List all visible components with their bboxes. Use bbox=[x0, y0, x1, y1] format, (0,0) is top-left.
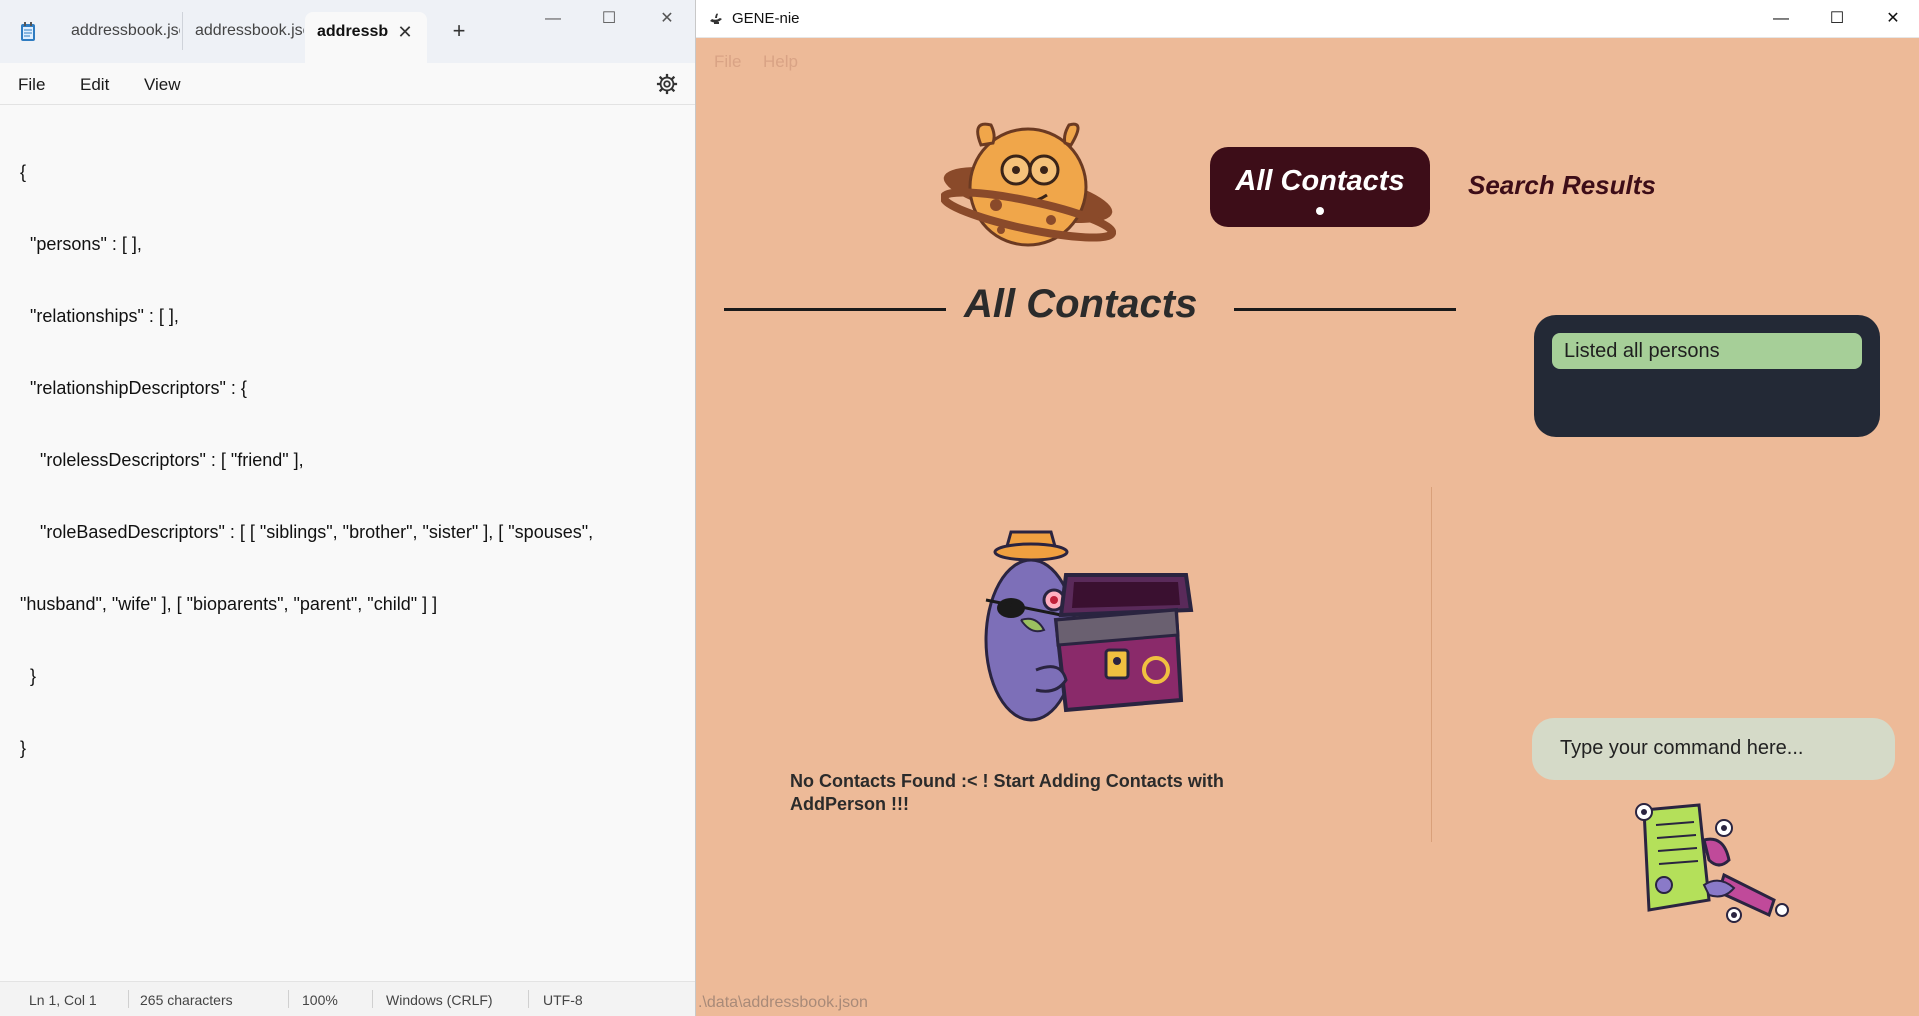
editor-line: "persons" : [ ], bbox=[20, 234, 142, 254]
menu-edit[interactable]: Edit bbox=[80, 75, 109, 95]
close-window-icon[interactable]: ✕ bbox=[652, 8, 682, 30]
command-input[interactable] bbox=[1558, 736, 1882, 761]
menu-file[interactable]: File bbox=[714, 52, 741, 72]
result-display-box: Listed all persons bbox=[1534, 315, 1880, 437]
menu-file[interactable]: File bbox=[18, 75, 45, 95]
new-tab-icon[interactable]: + bbox=[448, 20, 470, 42]
tab-addressbook-2[interactable]: addressbook.jsc bbox=[182, 12, 304, 50]
active-indicator-dot bbox=[1316, 207, 1324, 215]
menu-help[interactable]: Help bbox=[763, 52, 798, 72]
command-box bbox=[1532, 718, 1895, 780]
editor-line: "relationships" : [ ], bbox=[20, 306, 179, 326]
nav-all-contacts-label: All Contacts bbox=[1235, 165, 1405, 197]
character-count: 265 characters bbox=[140, 992, 233, 1008]
close-tab-icon[interactable]: ✕ bbox=[395, 22, 415, 42]
nav-search-results-button[interactable]: Search Results bbox=[1468, 170, 1656, 201]
editor-line: "rolelessDescriptors" : [ "friend" ], bbox=[20, 450, 304, 470]
nav-all-contacts-button[interactable]: All Contacts bbox=[1210, 147, 1430, 227]
notepad-statusbar: Ln 1, Col 1 265 characters 100% Windows … bbox=[0, 981, 695, 1016]
genenie-window: GENE-nie — ☐ ✕ File Help All Contacts Se… bbox=[696, 0, 1919, 1016]
window-title: GENE-nie bbox=[732, 10, 800, 27]
notepad-app-icon bbox=[21, 22, 35, 41]
zoom-level[interactable]: 100% bbox=[302, 992, 338, 1008]
page-heading: All Contacts bbox=[964, 282, 1198, 326]
notepad-menubar: File Edit View bbox=[0, 63, 695, 105]
minimize-icon[interactable]: — bbox=[1766, 8, 1796, 30]
minimize-icon[interactable]: — bbox=[538, 8, 568, 30]
panel-divider bbox=[1431, 487, 1432, 842]
menu-view[interactable]: View bbox=[144, 75, 181, 95]
writing-monster-illustration bbox=[1635, 803, 1789, 923]
notepad-titlebar: addressbook.jsc addressbook.jsc addressb… bbox=[0, 0, 695, 63]
editor-line: } bbox=[20, 738, 27, 758]
planet-monster-logo bbox=[941, 122, 1116, 247]
save-location-path: .\data\addressbook.json bbox=[698, 994, 868, 1011]
lamp-app-icon bbox=[710, 13, 722, 24]
close-window-icon[interactable]: ✕ bbox=[1878, 8, 1908, 30]
editor-line: { bbox=[20, 162, 27, 182]
cursor-position: Ln 1, Col 1 bbox=[29, 992, 97, 1008]
editor-line: "husband", "wife" ], [ "bioparents", "pa… bbox=[20, 594, 438, 614]
tab-addressbook-1[interactable]: addressbook.jsc bbox=[59, 12, 180, 50]
editor-line: } bbox=[20, 666, 37, 686]
notepad-window: addressbook.jsc addressbook.jsc addressb… bbox=[0, 0, 696, 1016]
line-ending[interactable]: Windows (CRLF) bbox=[386, 992, 493, 1008]
maximize-icon[interactable]: ☐ bbox=[1822, 8, 1852, 30]
editor-line: "relationshipDescriptors" : { bbox=[20, 378, 247, 398]
editor-line: "roleBasedDescriptors" : [ [ "siblings",… bbox=[20, 522, 594, 542]
encoding[interactable]: UTF-8 bbox=[543, 992, 583, 1008]
settings-gear-icon[interactable] bbox=[656, 73, 678, 95]
result-message: Listed all persons bbox=[1552, 333, 1862, 369]
no-contacts-message: No Contacts Found :< ! Start Adding Cont… bbox=[790, 771, 1224, 814]
genenie-titlebar: GENE-nie — ☐ ✕ bbox=[696, 0, 1919, 38]
pirate-treasure-illustration bbox=[984, 530, 1194, 722]
heading-left-rule bbox=[724, 308, 946, 311]
text-editor[interactable]: { "persons" : [ ], "relationships" : [ ]… bbox=[20, 112, 680, 808]
maximize-icon[interactable]: ☐ bbox=[594, 8, 624, 30]
heading-right-rule bbox=[1234, 308, 1456, 311]
